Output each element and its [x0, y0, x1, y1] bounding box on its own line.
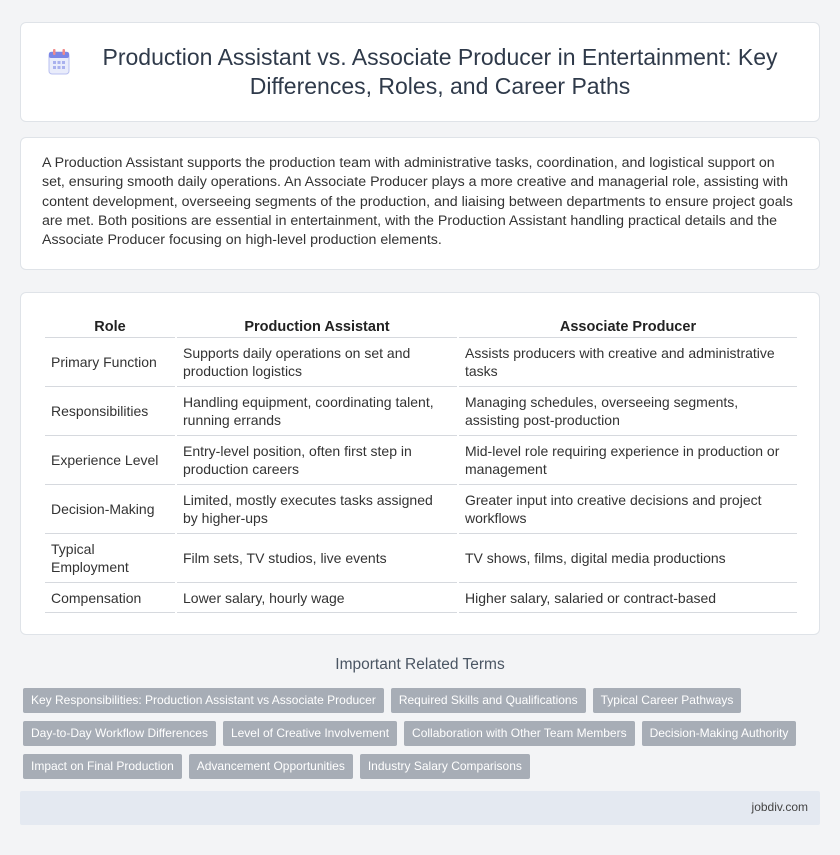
ap-cell: Assists producers with creative and admi…: [459, 338, 797, 387]
ap-cell: Managing schedules, overseeing segments,…: [459, 387, 797, 436]
table-row: Decision-Making Limited, mostly executes…: [45, 485, 797, 534]
pa-cell: Film sets, TV studios, live events: [177, 534, 457, 583]
header-role: Role: [45, 313, 175, 338]
ap-cell: TV shows, films, digital media productio…: [459, 534, 797, 583]
related-terms-heading: Important Related Terms: [335, 656, 505, 673]
row-label: Responsibilities: [45, 387, 175, 436]
intro-paragraph: A Production Assistant supports the prod…: [42, 155, 793, 249]
related-term-tag[interactable]: Day-to-Day Workflow Differences: [23, 721, 216, 746]
table-row: Experience Level Entry-level position, o…: [45, 436, 797, 485]
related-term-tag[interactable]: Required Skills and Qualifications: [390, 688, 586, 713]
related-term-tag[interactable]: Decision-Making Authority: [641, 721, 797, 746]
ap-cell: Greater input into creative decisions an…: [459, 485, 797, 534]
related-term-tag[interactable]: Typical Career Pathways: [592, 688, 742, 713]
comparison-card: Role Production Assistant Associate Prod…: [20, 292, 820, 635]
pa-cell: Entry-level position, often first step i…: [177, 436, 457, 485]
footer: jobdiv.com: [20, 791, 820, 825]
table-header-row: Role Production Assistant Associate Prod…: [45, 313, 797, 338]
pa-cell: Supports daily operations on set and pro…: [177, 338, 457, 387]
row-label: Primary Function: [45, 338, 175, 387]
related-terms-list: Key Responsibilities: Production Assista…: [23, 688, 823, 779]
related-term-tag[interactable]: Impact on Final Production: [23, 754, 182, 779]
related-term-tag[interactable]: Level of Creative Involvement: [222, 721, 398, 746]
related-term-tag[interactable]: Key Responsibilities: Production Assista…: [23, 688, 384, 713]
row-label: Experience Level: [45, 436, 175, 485]
row-label: Compensation: [45, 583, 175, 613]
table-row: Primary Function Supports daily operatio…: [45, 338, 797, 387]
header-card: Production Assistant vs. Associate Produ…: [20, 22, 820, 122]
table-row: Responsibilities Handling equipment, coo…: [45, 387, 797, 436]
intro-card: A Production Assistant supports the prod…: [20, 137, 820, 270]
page-title: Production Assistant vs. Associate Produ…: [102, 44, 778, 99]
table-row: Typical Employment Film sets, TV studios…: [45, 534, 797, 583]
pa-cell: Limited, mostly executes tasks assigned …: [177, 485, 457, 534]
header-associate-producer: Associate Producer: [459, 313, 797, 338]
row-label: Decision-Making: [45, 485, 175, 534]
ap-cell: Higher salary, salaried or contract-base…: [459, 583, 797, 613]
related-term-tag[interactable]: Collaboration with Other Team Members: [404, 721, 635, 746]
table-row: Compensation Lower salary, hourly wage H…: [45, 583, 797, 613]
pa-cell: Lower salary, hourly wage: [177, 583, 457, 613]
header-production-assistant: Production Assistant: [177, 313, 457, 338]
footer-site-link[interactable]: jobdiv.com: [752, 800, 808, 814]
pa-cell: Handling equipment, coordinating talent,…: [177, 387, 457, 436]
ap-cell: Mid-level role requiring experience in p…: [459, 436, 797, 485]
comparison-table: Role Production Assistant Associate Prod…: [43, 313, 799, 613]
row-label: Typical Employment: [45, 534, 175, 583]
related-term-tag[interactable]: Advancement Opportunities: [188, 754, 353, 779]
related-term-tag[interactable]: Industry Salary Comparisons: [359, 754, 530, 779]
